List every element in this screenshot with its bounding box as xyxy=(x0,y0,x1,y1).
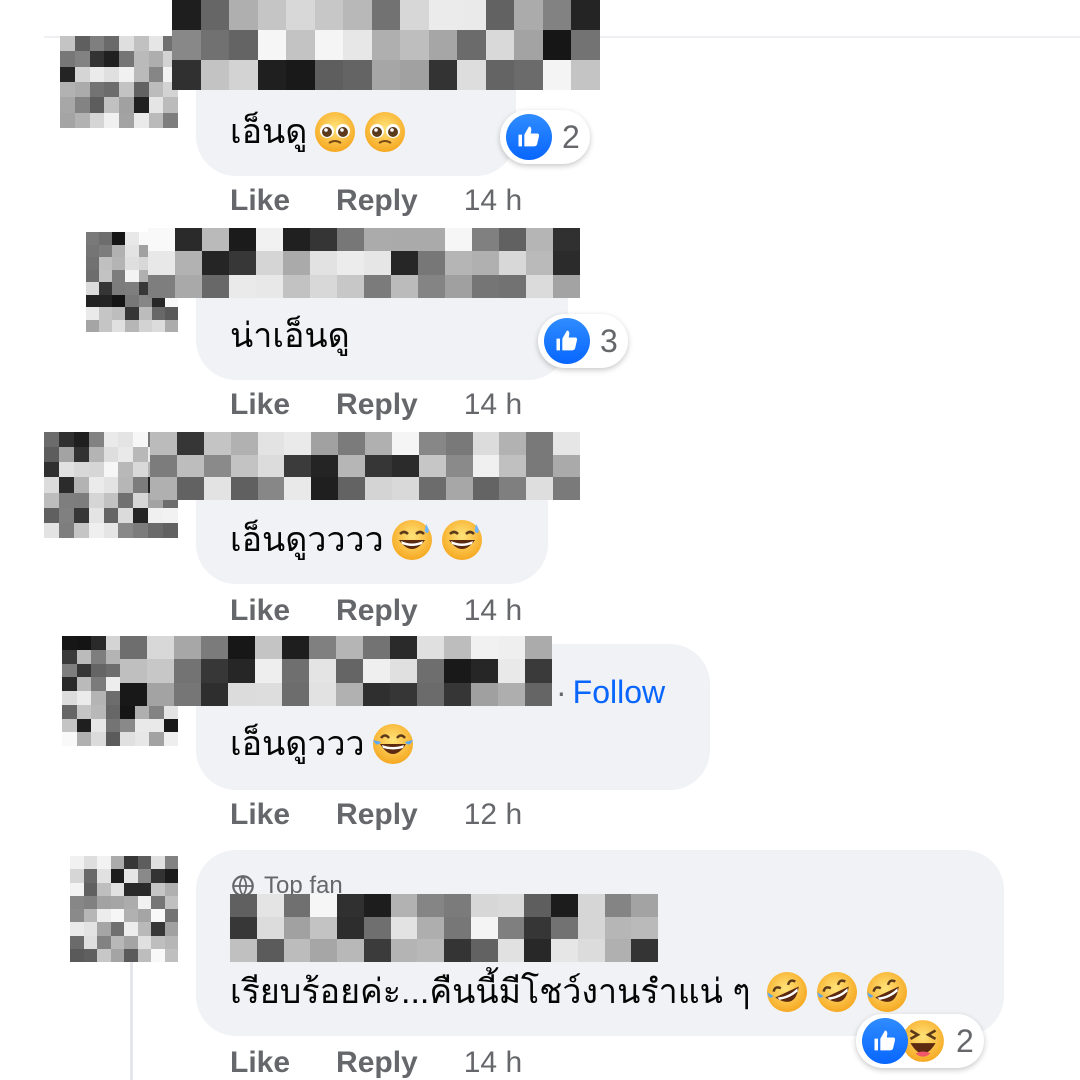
follow-link[interactable]: · Follow xyxy=(556,672,665,712)
like-icon xyxy=(862,1018,908,1064)
comment-actions: Like Reply 14 h xyxy=(230,184,522,218)
comment-text: เอ็นดูวววว xyxy=(230,518,484,562)
redacted-commenter-name xyxy=(120,636,552,706)
comment-text-label: เรียบร้อยค่ะ...คืนนี้มีโชว์งานรำแน่ ๆ xyxy=(230,973,751,1011)
rofl-face-icon xyxy=(865,970,909,1014)
reaction-summary[interactable]: 3 xyxy=(538,314,628,368)
follow-label[interactable]: Follow xyxy=(573,674,665,710)
comment-text: เอ็นดู xyxy=(230,110,407,154)
comment-actions: Like Reply 14 h xyxy=(230,594,522,628)
comment-actions: Like Reply 12 h xyxy=(230,798,522,832)
rofl-face-icon xyxy=(765,970,809,1014)
reply-button[interactable]: Reply xyxy=(336,798,418,832)
redacted-commenter-name xyxy=(148,228,580,298)
separator-dot: · xyxy=(556,674,567,710)
reaction-count: 2 xyxy=(562,118,580,155)
redacted-commenter-name xyxy=(150,432,580,500)
like-icon xyxy=(544,318,590,364)
comment-text-label: เอ็นดู xyxy=(230,113,308,151)
comment-text: เรียบร้อยค่ะ...คืนนี้มีโชว์งานรำแน่ ๆ xyxy=(230,970,909,1014)
comment-actions: Like Reply 14 h xyxy=(230,1046,522,1080)
like-button[interactable]: Like xyxy=(230,798,290,832)
comment-text: น่าเอ็นดู xyxy=(230,314,350,358)
timestamp[interactable]: 14 h xyxy=(464,1046,522,1080)
avatar[interactable] xyxy=(60,36,178,128)
reaction-summary[interactable]: 2 xyxy=(500,110,590,164)
like-button[interactable]: Like xyxy=(230,1046,290,1080)
timestamp[interactable]: 14 h xyxy=(464,388,522,422)
like-button[interactable]: Like xyxy=(230,184,290,218)
pleading-face-icon xyxy=(363,110,407,154)
like-button[interactable]: Like xyxy=(230,594,290,628)
like-button[interactable]: Like xyxy=(230,388,290,422)
reply-button[interactable]: Reply xyxy=(336,184,418,218)
reply-button[interactable]: Reply xyxy=(336,388,418,422)
comment-actions: Like Reply 14 h xyxy=(230,388,522,422)
timestamp[interactable]: 14 h xyxy=(464,184,522,218)
reply-button[interactable]: Reply xyxy=(336,1046,418,1080)
comment-text-label: เอ็นดูวววว xyxy=(230,521,384,559)
avatar[interactable] xyxy=(70,856,178,962)
reply-thread-line xyxy=(130,960,133,1080)
grinning-sweat-face-icon xyxy=(440,518,484,562)
comment-text-label: เอ็นดูววว xyxy=(230,725,365,763)
reply-button[interactable]: Reply xyxy=(336,594,418,628)
reaction-summary[interactable]: 2 xyxy=(856,1014,984,1068)
timestamp[interactable]: 14 h xyxy=(464,594,522,628)
redacted-commenter-name xyxy=(172,0,600,90)
comment-text-label: น่าเอ็นดู xyxy=(230,317,350,355)
redacted-commenter-name xyxy=(230,894,658,962)
tears-of-joy-face-icon xyxy=(371,722,415,766)
reaction-count: 3 xyxy=(600,322,618,359)
timestamp[interactable]: 12 h xyxy=(464,798,522,832)
like-icon xyxy=(506,114,552,160)
rofl-face-icon xyxy=(815,970,859,1014)
comment-text: เอ็นดูววว xyxy=(230,722,415,766)
grinning-sweat-face-icon xyxy=(390,518,434,562)
reaction-count: 2 xyxy=(956,1022,974,1059)
pleading-face-icon xyxy=(313,110,357,154)
